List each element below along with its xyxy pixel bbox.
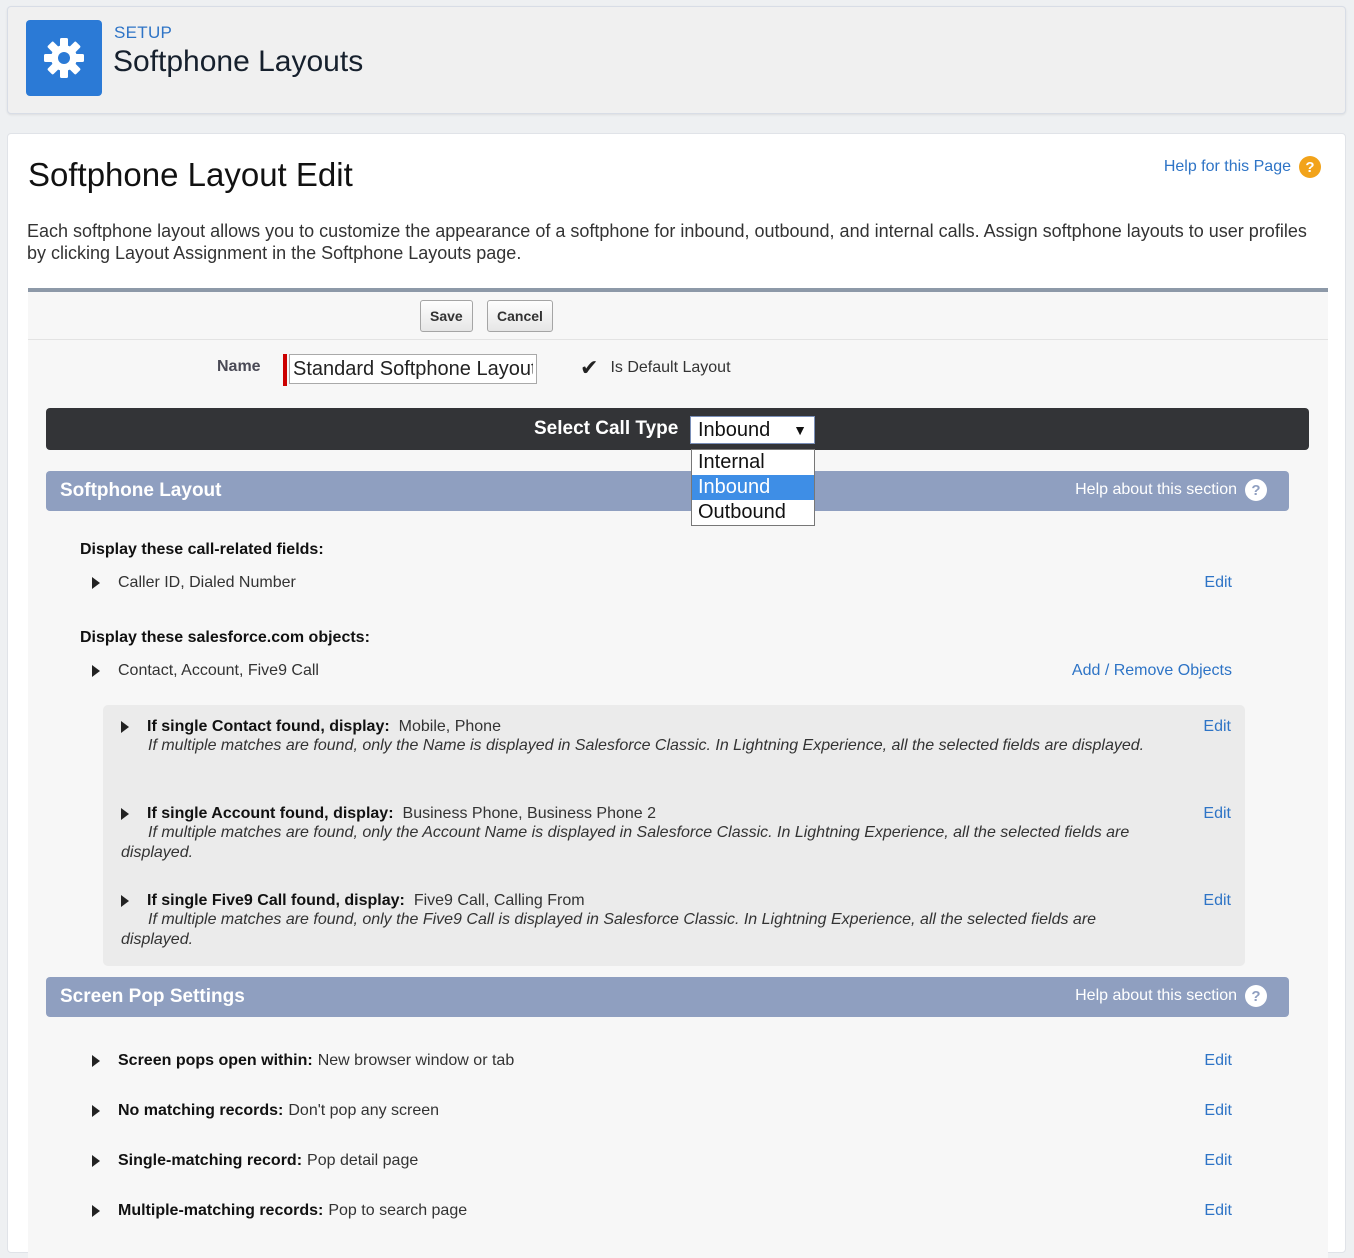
edit-link[interactable]: Edit: [1204, 1202, 1232, 1220]
row-value: Pop to search page: [328, 1202, 468, 1219]
help-icon[interactable]: ?: [1245, 985, 1267, 1007]
section-title: Screen Pop Settings: [60, 986, 245, 1007]
cancel-button[interactable]: Cancel: [487, 300, 553, 332]
add-remove-objects-link[interactable]: Add / Remove Objects: [1072, 662, 1232, 680]
option-outbound[interactable]: Outbound: [692, 500, 814, 525]
expand-triangle-icon[interactable]: [92, 1055, 100, 1067]
expand-triangle-icon[interactable]: [92, 577, 100, 589]
row-value: Don't pop any screen: [288, 1102, 440, 1119]
edit-link[interactable]: Edit: [1204, 1152, 1232, 1170]
item-value: Mobile, Phone: [398, 718, 501, 735]
item-label: If single Five9 Call found, display:: [147, 892, 405, 909]
main-content: Softphone Layout Edit Help for this Page…: [7, 133, 1346, 1258]
help-page-label[interactable]: Help for this Page: [1164, 158, 1291, 176]
item-note: If multiple matches are found, only the …: [121, 911, 1097, 948]
row-value: Pop detail page: [307, 1152, 419, 1169]
expand-triangle-icon[interactable]: [92, 1105, 100, 1117]
screen-pop-row: Multiple-matching records: Pop to search…: [92, 1202, 1232, 1220]
contact-display-item: If single Contact found, display: Mobile…: [121, 718, 1231, 756]
page-title: Softphone Layout Edit: [28, 156, 353, 193]
edit-form-panel: Save Cancel Name ✔ Is Default Layout Sel…: [28, 288, 1328, 1258]
softphone-layout-section-header: Softphone Layout Help about this section…: [46, 471, 1289, 511]
row-label: No matching records:: [118, 1102, 284, 1119]
section-help-link[interactable]: Help about this section ?: [1075, 479, 1267, 501]
edit-link[interactable]: Edit: [1204, 1052, 1232, 1070]
checkmark-icon[interactable]: ✔: [580, 357, 598, 379]
dropdown-arrow-icon[interactable]: ▼: [793, 422, 807, 438]
expand-triangle-icon[interactable]: [92, 665, 100, 677]
edit-link[interactable]: Edit: [1203, 892, 1231, 910]
item-value: Five9 Call, Calling From: [413, 892, 585, 909]
name-label: Name: [217, 358, 261, 375]
row-label: Screen pops open within:: [118, 1052, 313, 1069]
screen-pop-row: Screen pops open within: New browser win…: [92, 1052, 1232, 1070]
name-field-wrap: [283, 354, 537, 386]
call-type-label: Select Call Type: [534, 418, 679, 439]
gear-icon: [26, 20, 102, 96]
section-help-label[interactable]: Help about this section: [1075, 481, 1237, 499]
objects-row: Contact, Account, Five9 Call Add / Remov…: [92, 662, 1232, 680]
default-layout-label: Is Default Layout: [610, 359, 731, 376]
item-value: Business Phone, Business Phone 2: [402, 805, 657, 822]
edit-link[interactable]: Edit: [1203, 805, 1231, 823]
call-type-select[interactable]: Inbound ▼: [690, 416, 815, 444]
account-display-item: If single Account found, display: Busine…: [121, 805, 1231, 863]
item-label: If single Contact found, display:: [147, 718, 390, 735]
call-type-selected[interactable]: Inbound: [698, 419, 770, 442]
objects-heading: Display these salesforce.com objects:: [80, 629, 370, 646]
expand-triangle-icon[interactable]: [92, 1155, 100, 1167]
button-row: Save Cancel: [28, 292, 1328, 340]
help-for-page-link[interactable]: Help for this Page ?: [1164, 156, 1321, 178]
section-title: Softphone Layout: [60, 480, 222, 501]
five9-call-display-item: If single Five9 Call found, display: Fiv…: [121, 892, 1231, 950]
expand-triangle-icon[interactable]: [121, 895, 129, 907]
call-fields-value: Caller ID, Dialed Number: [118, 574, 296, 591]
edit-link[interactable]: Edit: [1204, 574, 1232, 592]
option-internal[interactable]: Internal: [692, 450, 814, 475]
screen-pop-row: No matching records: Don't pop any scree…: [92, 1102, 1232, 1120]
fields-heading: Display these call-related fields:: [80, 541, 324, 558]
screen-pop-section-header: Screen Pop Settings Help about this sect…: [46, 977, 1289, 1017]
expand-triangle-icon[interactable]: [92, 1205, 100, 1217]
objects-detail-box: If single Contact found, display: Mobile…: [103, 705, 1245, 966]
help-icon[interactable]: ?: [1299, 156, 1321, 178]
save-button[interactable]: Save: [420, 300, 473, 332]
option-inbound[interactable]: Inbound: [692, 475, 814, 500]
item-note: If multiple matches are found, only the …: [121, 824, 1130, 861]
call-type-dropdown: Internal Inbound Outbound: [691, 449, 815, 526]
call-type-bar: Select Call Type Inbound ▼: [46, 408, 1309, 450]
expand-triangle-icon[interactable]: [121, 721, 129, 733]
page-header: SETUP Softphone Layouts: [7, 6, 1346, 114]
item-note: If multiple matches are found, only the …: [148, 737, 1145, 754]
item-label: If single Account found, display:: [147, 805, 394, 822]
section-help-link[interactable]: Help about this section ?: [1075, 985, 1267, 1007]
section-help-label[interactable]: Help about this section: [1075, 987, 1237, 1005]
help-icon[interactable]: ?: [1245, 479, 1267, 501]
call-fields-row: Caller ID, Dialed Number Edit: [92, 574, 1232, 592]
screen-pop-row: Single-matching record: Pop detail page …: [92, 1152, 1232, 1170]
row-label: Multiple-matching records:: [118, 1202, 324, 1219]
objects-value: Contact, Account, Five9 Call: [118, 662, 319, 679]
setup-eyebrow: SETUP: [114, 23, 173, 42]
row-label: Single-matching record:: [118, 1152, 303, 1169]
row-value: New browser window or tab: [317, 1052, 515, 1069]
page-description: Each softphone layout allows you to cust…: [27, 221, 1307, 263]
name-field[interactable]: [289, 354, 537, 384]
header-title: Softphone Layouts: [113, 45, 364, 78]
edit-link[interactable]: Edit: [1204, 1102, 1232, 1120]
edit-link[interactable]: Edit: [1203, 718, 1231, 736]
default-layout-checkbox[interactable]: ✔ Is Default Layout: [580, 357, 731, 379]
expand-triangle-icon[interactable]: [121, 808, 129, 820]
required-indicator: [283, 354, 287, 386]
